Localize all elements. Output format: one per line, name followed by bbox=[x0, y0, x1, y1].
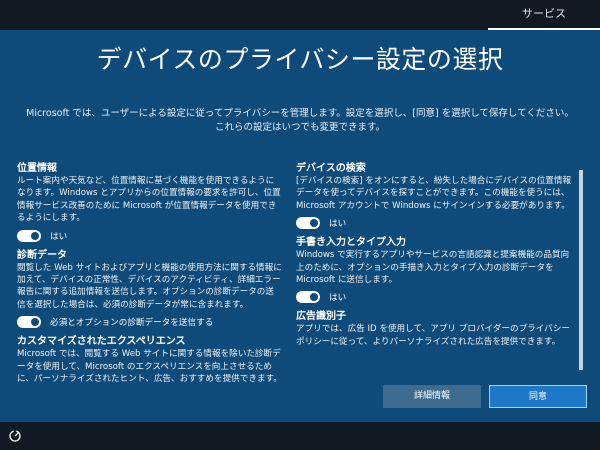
setting-heading: 手書き入力とタイプ入力 bbox=[296, 237, 406, 249]
setting-description: 閲覧した Web サイトおよびアプリと機能の使用方法に関する情報に加えて、デバイ… bbox=[17, 262, 282, 310]
toggle-label: はい bbox=[329, 293, 347, 304]
toggle-knob bbox=[31, 318, 39, 327]
setting-heading: カスタマイズされたエクスペリエンス bbox=[17, 336, 186, 348]
inking-toggle[interactable] bbox=[296, 291, 320, 304]
scrollbar-thumb[interactable] bbox=[579, 170, 583, 370]
accept-button[interactable]: 同意 bbox=[489, 385, 587, 408]
setting-heading: 診断データ bbox=[17, 249, 67, 261]
setting-advertising-id: 広告識別子 アプリでは、広告 ID を使用して、アプリ プロバイダーのプライバシ… bbox=[296, 310, 576, 348]
setting-inking-typing: 手書き入力とタイプ入力 Windows で実行するアプリやサービスの言語認識と提… bbox=[296, 236, 576, 304]
toggle-label: はい bbox=[50, 231, 68, 242]
setting-description: Microsoft では、閲覧する Web サイトに関する情報を除いた診断データ… bbox=[17, 349, 282, 385]
page-subtitle: Microsoft では、ユーザーによる設定に従ってプライバシーを管理します。設… bbox=[26, 108, 574, 133]
scrollbar[interactable] bbox=[579, 170, 583, 370]
learn-more-button[interactable]: 詳細情報 bbox=[383, 385, 481, 408]
accessibility-icon[interactable] bbox=[8, 429, 22, 443]
settings-column-left: 位置情報 ルート案内や天気など、位置情報に基づく機能を使用できるようになります。… bbox=[17, 162, 282, 385]
setting-location: 位置情報 ルート案内や天気など、位置情報に基づく機能を使用できるようになります。… bbox=[17, 162, 282, 243]
toggle-knob bbox=[310, 219, 318, 228]
find-device-toggle[interactable] bbox=[296, 217, 320, 230]
setting-heading: デバイスの検索 bbox=[296, 163, 366, 174]
setting-description: ルート案内や天気など、位置情報に基づく機能を使用できるようになります。Windo… bbox=[17, 176, 281, 224]
setting-description: Windows で実行するアプリやサービスの言語認識と提案機能の品質向上のために… bbox=[296, 250, 570, 286]
setting-find-my-device: デバイスの検索 [デバイスの検索] をオンにすると、紛失した場合にデバイスの位置… bbox=[296, 162, 576, 230]
toggle-knob bbox=[310, 293, 318, 302]
setting-tailored-experiences: カスタマイズされたエクスペリエンス Microsoft では、閲覧する Web … bbox=[17, 335, 282, 385]
diagnostics-toggle[interactable] bbox=[17, 316, 41, 329]
setting-diagnostics: 診断データ 閲覧した Web サイトおよびアプリと機能の使用方法に関する情報に加… bbox=[17, 249, 282, 330]
toggle-label: はい bbox=[329, 219, 347, 230]
top-bar: サービス bbox=[0, 0, 600, 30]
toggle-label: 必須とオプションの診断データを送信する bbox=[50, 318, 214, 329]
location-toggle[interactable] bbox=[17, 229, 41, 242]
setting-description: アプリでは、広告 ID を使用して、アプリ プロバイダーのプライバシー ポリシー… bbox=[296, 324, 570, 347]
setting-description: [デバイスの検索] をオンにすると、紛失した場合にデバイスの位置情報データを使っ… bbox=[296, 176, 572, 211]
toggle-knob bbox=[31, 231, 39, 240]
inking-toggle-row: はい bbox=[296, 290, 576, 304]
settings-column-right: デバイスの検索 [デバイスの検索] をオンにすると、紛失した場合にデバイスの位置… bbox=[296, 162, 576, 348]
tab-services[interactable]: サービス bbox=[488, 0, 600, 30]
setting-heading: 広告識別子 bbox=[296, 311, 346, 323]
location-toggle-row: はい bbox=[17, 229, 282, 243]
setting-heading: 位置情報 bbox=[17, 163, 57, 174]
diagnostics-toggle-row: 必須とオプションの診断データを送信する bbox=[17, 315, 282, 329]
page-title: デバイスのプライバシー設定の選択 bbox=[96, 45, 504, 74]
bottom-bar bbox=[0, 422, 600, 450]
find-device-toggle-row: はい bbox=[296, 216, 576, 230]
